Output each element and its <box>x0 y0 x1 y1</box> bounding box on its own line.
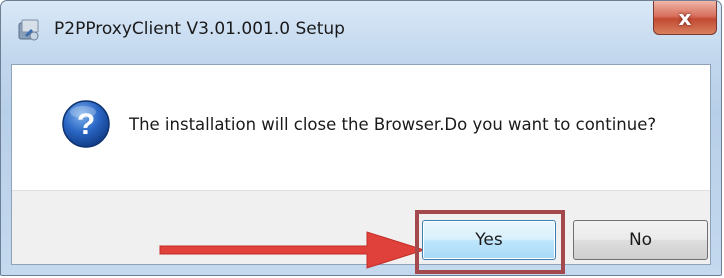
title-bar[interactable]: P2PProxyClient V3.01.001.0 Setup x <box>1 1 721 63</box>
close-button[interactable]: x <box>653 1 717 35</box>
installer-app-icon <box>18 19 39 41</box>
yes-button[interactable]: Yes <box>422 220 556 260</box>
dialog-message: The installation will close the Browser.… <box>129 115 657 134</box>
close-icon: x <box>678 5 692 30</box>
dialog-content: ? The installation will close the Browse… <box>11 64 711 274</box>
setup-dialog-window: P2PProxyClient V3.01.001.0 Setup x ? The… <box>0 0 722 276</box>
question-icon: ? <box>62 100 110 148</box>
red-arrow-icon <box>159 231 426 269</box>
svg-text:?: ? <box>77 108 95 141</box>
message-area: ? The installation will close the Browse… <box>12 65 710 190</box>
no-button[interactable]: No <box>573 220 708 260</box>
window-title: P2PProxyClient V3.01.001.0 Setup <box>54 19 345 39</box>
button-bar: Yes No <box>12 190 710 274</box>
